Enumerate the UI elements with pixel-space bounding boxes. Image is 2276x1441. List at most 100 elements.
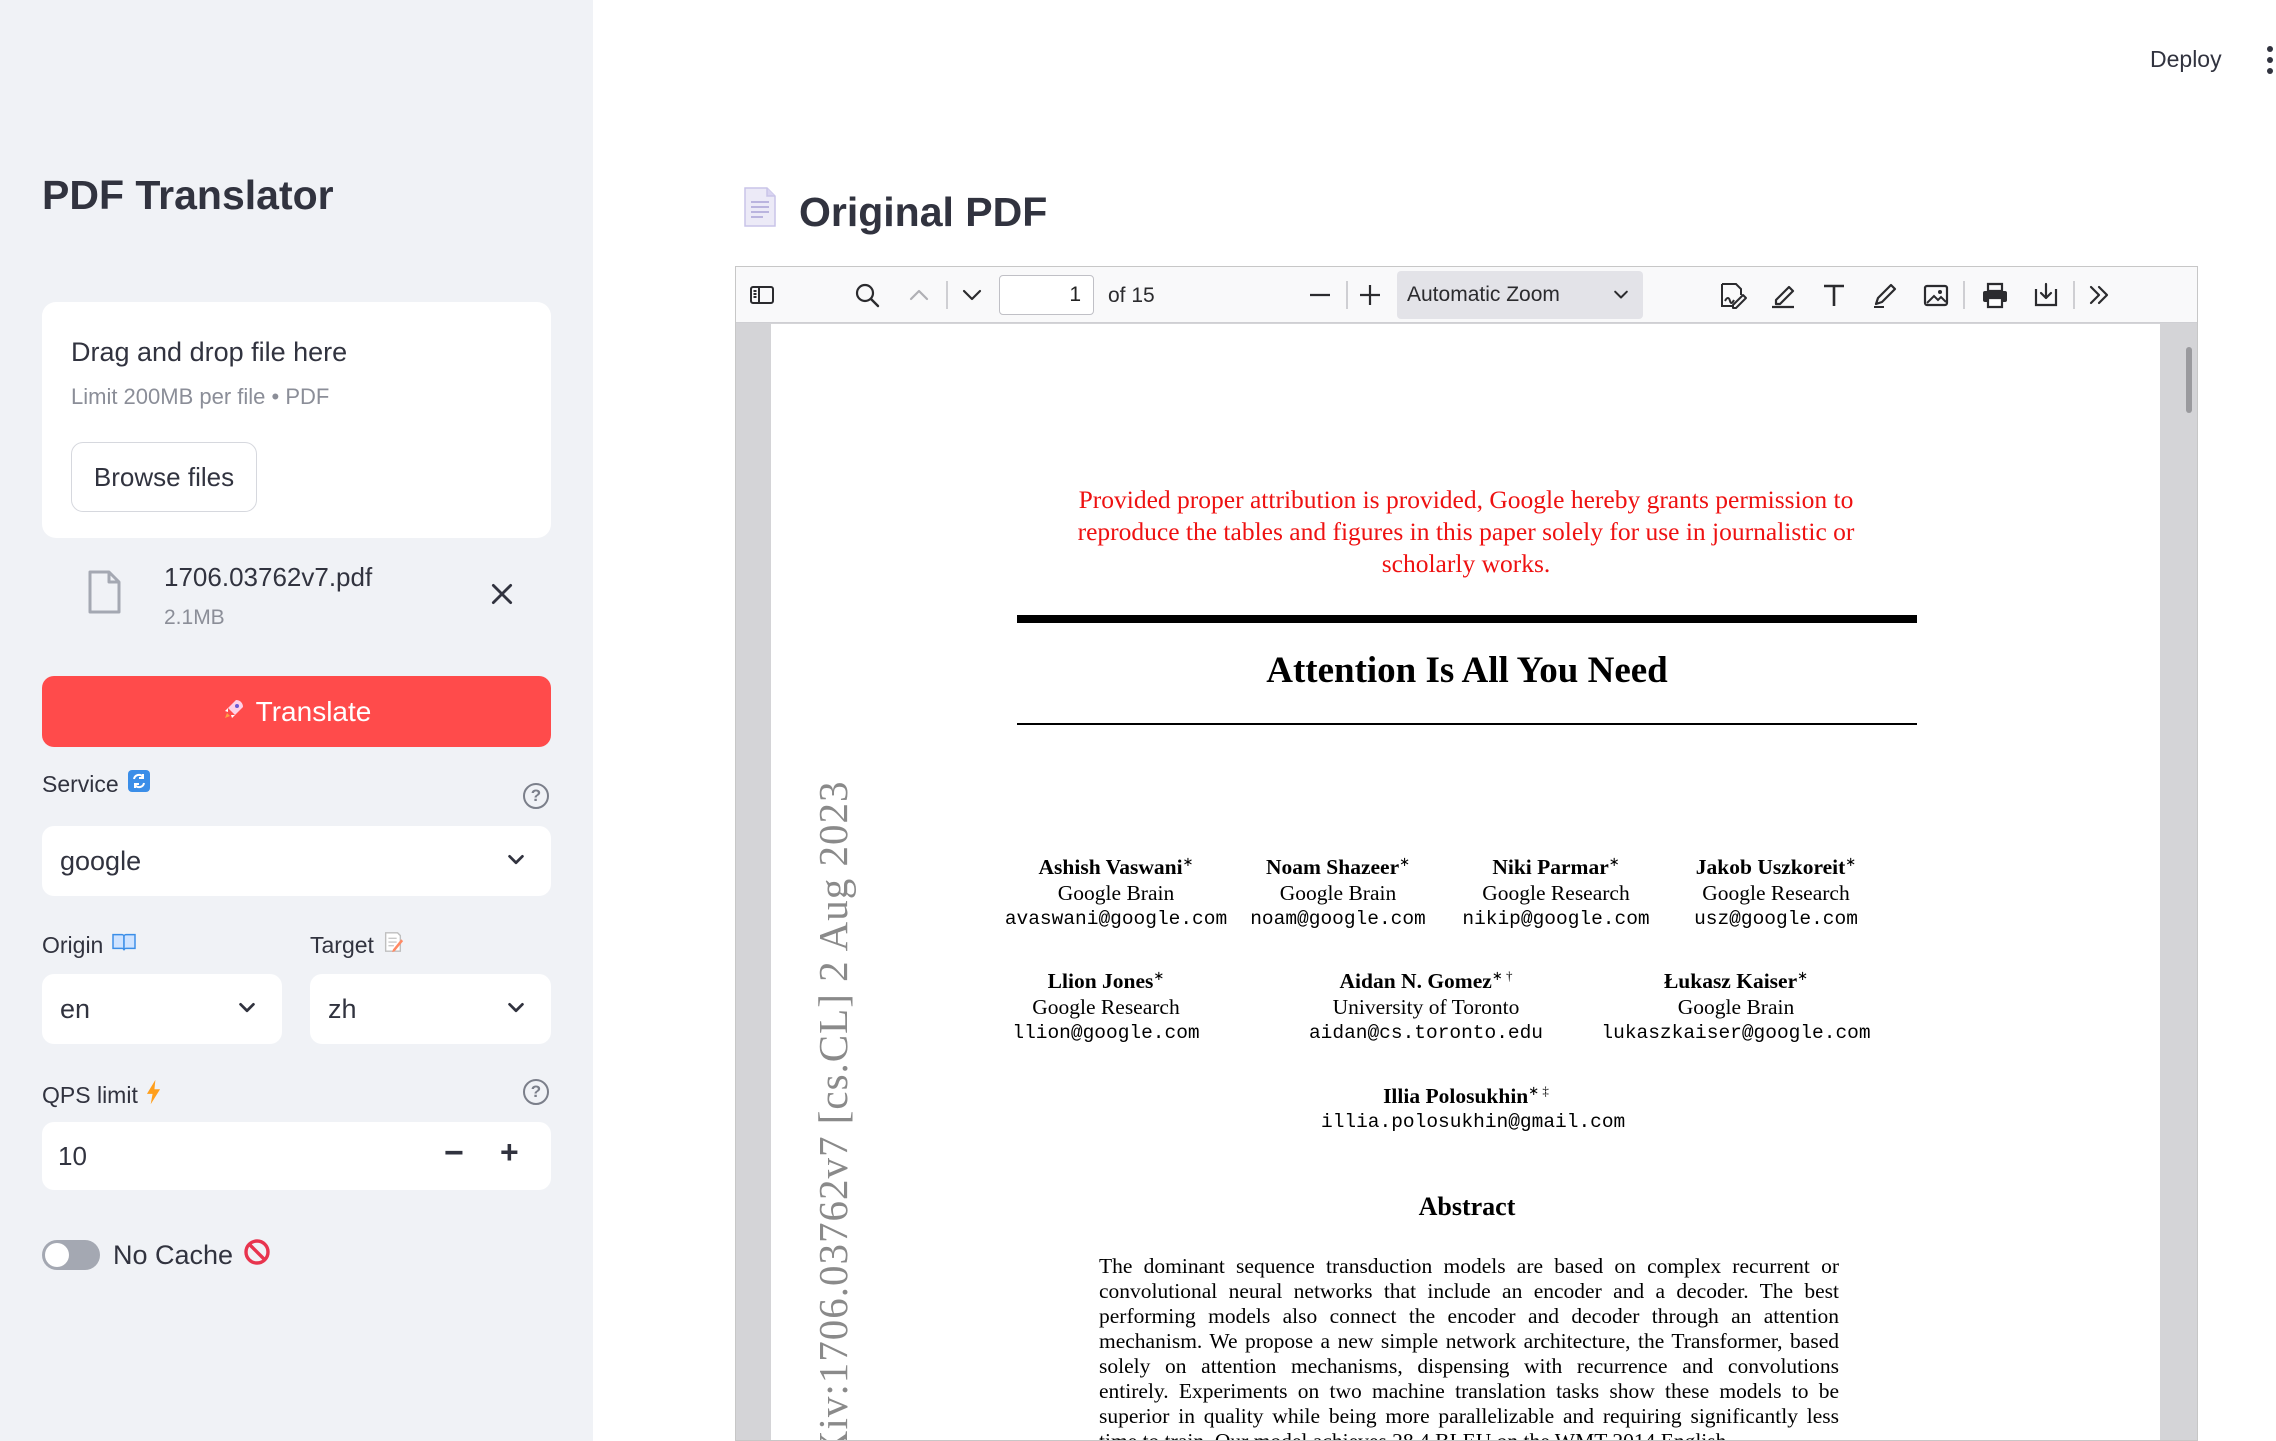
chevron-down-icon xyxy=(508,1002,524,1013)
print-icon[interactable] xyxy=(1979,279,2011,311)
title-rule-bottom xyxy=(1017,723,1917,725)
author-affiliation: University of Toronto xyxy=(1332,995,1520,1020)
qps-help-icon[interactable]: ? xyxy=(523,1079,549,1105)
no-cache-toggle[interactable] xyxy=(42,1240,100,1270)
increment-button[interactable]: + xyxy=(500,1134,519,1171)
sidebar-toggle-icon[interactable] xyxy=(746,279,778,311)
add-image-icon[interactable] xyxy=(1920,279,1952,311)
author-email: aidan@cs.toronto.edu xyxy=(1308,1022,1544,1045)
service-help-icon[interactable]: ? xyxy=(523,783,549,809)
author-block: Aidan N. Gomez∗ † University of Toronto … xyxy=(1306,963,1546,1046)
qps-label-row: QPS limit xyxy=(42,1079,161,1111)
decrement-button[interactable]: − xyxy=(444,1134,464,1173)
page-heading-text: Original PDF xyxy=(799,188,1048,235)
toolbar-separator xyxy=(2073,281,2075,309)
pdf-page: Provided proper attribution is provided,… xyxy=(771,324,2160,1441)
origin-select-value: en xyxy=(60,993,91,1024)
previous-page-icon[interactable] xyxy=(903,279,935,311)
main-menu-kebab-icon[interactable] xyxy=(2266,46,2274,74)
chevron-down-icon xyxy=(508,854,524,865)
origin-label: Origin xyxy=(42,931,104,958)
zoom-in-icon[interactable] xyxy=(1354,279,1386,311)
author-block: Niki Parmar∗ Google Research nikip@googl… xyxy=(1446,849,1666,932)
book-icon xyxy=(111,931,137,959)
page-heading: Original PDF xyxy=(743,186,1047,238)
translate-label: Translate xyxy=(255,695,372,727)
text-tool-icon[interactable] xyxy=(1818,279,1850,311)
author-affiliation: Google Brain xyxy=(1279,881,1397,906)
zoom-select[interactable]: Automatic Zoom xyxy=(1397,271,1643,319)
service-select[interactable]: google xyxy=(42,826,551,896)
author-mark: ∗ xyxy=(1399,854,1411,869)
qps-number-input[interactable]: 10 − + xyxy=(42,1122,551,1190)
translate-button[interactable]: Translate xyxy=(42,676,551,747)
author-affiliation: Google Brain xyxy=(1057,881,1175,906)
author-name: Ashish Vaswani xyxy=(1038,855,1183,880)
no-cache-label-row: No Cache xyxy=(113,1238,271,1273)
author-name: Niki Parmar xyxy=(1492,855,1609,880)
author-mark: ∗ xyxy=(1182,854,1194,869)
author-mark: ∗ ‡ xyxy=(1528,1083,1549,1098)
author-email: usz@google.com xyxy=(1694,908,1858,931)
author-mark: ∗ xyxy=(1153,968,1165,983)
toggle-knob xyxy=(45,1243,69,1267)
download-icon[interactable] xyxy=(2030,279,2062,311)
uploaded-file-row: 1706.03762v7.pdf 2.1MB xyxy=(42,548,551,648)
author-name: Łukasz Kaiser xyxy=(1663,969,1798,994)
prohibited-icon xyxy=(243,1238,271,1273)
abstract-heading: Abstract xyxy=(1418,1192,1516,1221)
refresh-icon xyxy=(127,769,151,799)
target-label-row: Target xyxy=(310,931,404,959)
author-block: Ashish Vaswani∗ Google Brain avaswani@go… xyxy=(1001,849,1231,932)
author-affiliation: Google Research xyxy=(1032,995,1180,1020)
rocket-icon xyxy=(222,696,246,728)
author-email: lukaszkaiser@google.com xyxy=(1601,1022,1871,1045)
author-email: noam@google.com xyxy=(1250,908,1426,931)
author-block: Jakob Uszkoreit∗ Google Research usz@goo… xyxy=(1671,849,1881,932)
deploy-button[interactable]: Deploy xyxy=(2150,46,2222,73)
page-number-input[interactable]: 1 xyxy=(999,275,1094,315)
no-cache-label: No Cache xyxy=(113,1240,234,1270)
origin-select[interactable]: en xyxy=(42,974,282,1044)
zoom-select-value: Automatic Zoom xyxy=(1407,283,1560,306)
qps-label: QPS limit xyxy=(42,1081,138,1108)
file-name: 1706.03762v7.pdf xyxy=(164,562,373,592)
target-select[interactable]: zh xyxy=(310,974,551,1044)
origin-label-row: Origin xyxy=(42,931,137,959)
remove-file-close-icon[interactable] xyxy=(489,576,515,614)
page-facing-up-icon xyxy=(743,186,777,238)
chevron-down-icon xyxy=(239,1002,255,1013)
highlight-icon[interactable] xyxy=(1767,279,1799,311)
author-block: Illia Polosukhin∗ ‡ illia.polosukhin@gma… xyxy=(1321,1078,1626,1135)
more-tools-chevron-icon[interactable] xyxy=(2083,279,2115,311)
author-mark: ∗ xyxy=(1845,854,1857,869)
draw-icon[interactable] xyxy=(1869,279,1901,311)
author-name: Llion Jones xyxy=(1047,969,1154,994)
service-select-value: google xyxy=(60,845,142,876)
service-label-row: Service xyxy=(42,769,151,799)
file-size: 2.1MB xyxy=(164,606,225,629)
signature-icon[interactable] xyxy=(1716,279,1748,311)
pdf-viewer: 1 of 15 Automatic Zoom Provided proper a… xyxy=(735,266,2198,1441)
pdf-toolbar: 1 of 15 Automatic Zoom xyxy=(736,267,2197,323)
author-name: Illia Polosukhin xyxy=(1383,1084,1529,1109)
pdf-scrollbar-thumb[interactable] xyxy=(2186,347,2192,413)
file-uploader-dropzone[interactable]: Drag and drop file here Limit 200MB per … xyxy=(42,302,551,538)
upload-limit-text: Limit 200MB per file • PDF xyxy=(71,384,330,409)
search-icon[interactable] xyxy=(851,279,883,311)
author-mark: ∗ † xyxy=(1491,968,1513,983)
next-page-icon[interactable] xyxy=(956,279,988,311)
toolbar-separator xyxy=(1346,281,1348,309)
author-block: Llion Jones∗ Google Research llion@googl… xyxy=(1001,963,1211,1046)
zoom-out-icon[interactable] xyxy=(1304,279,1336,311)
author-email: illia.polosukhin@gmail.com xyxy=(1321,1111,1626,1134)
page-count-text: of 15 xyxy=(1108,284,1155,307)
paper-title: Attention Is All You Need xyxy=(1266,650,1668,691)
browse-files-button[interactable]: Browse files xyxy=(71,442,257,512)
author-mark: ∗ xyxy=(1797,968,1809,983)
abstract-text: The dominant sequence transduction model… xyxy=(1099,1254,1839,1441)
chevron-down-icon xyxy=(1614,290,1628,299)
memo-icon xyxy=(382,931,404,959)
target-label: Target xyxy=(310,931,374,958)
author-email: nikip@google.com xyxy=(1462,908,1650,931)
